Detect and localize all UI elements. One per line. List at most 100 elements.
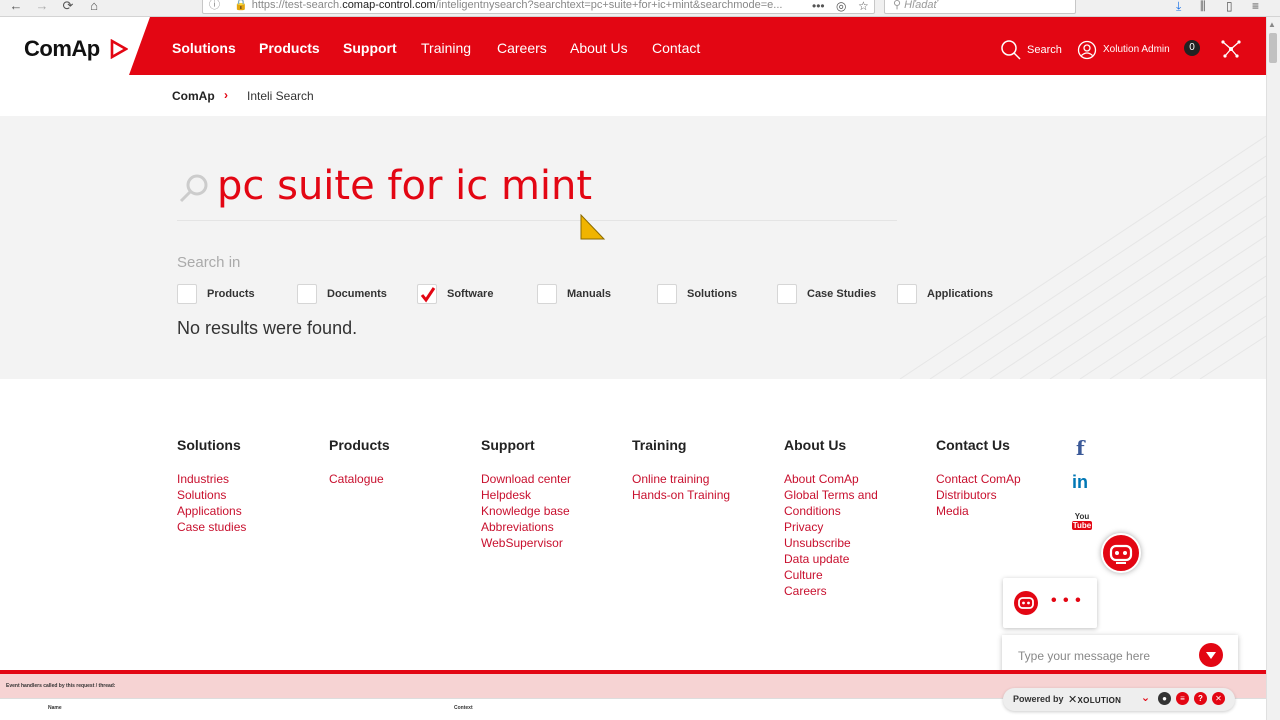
filter-label: Case Studies (807, 288, 877, 300)
search-icon[interactable] (1000, 39, 1022, 61)
footer-link[interactable]: Download center (481, 471, 571, 487)
footer-link[interactable]: Helpdesk (481, 487, 571, 503)
powered-by-label: Powered by (1013, 694, 1064, 704)
home-icon[interactable]: ⌂ (86, 0, 102, 14)
footer-link[interactable]: Careers (784, 583, 878, 599)
checkbox[interactable] (417, 284, 437, 304)
browser-search-icon: ⚲ (893, 0, 905, 11)
footer-link[interactable]: Distributors (936, 487, 1021, 503)
url-path: /inteligentnysearch?searchtext=pc+suite+… (435, 0, 783, 11)
checkbox[interactable] (897, 284, 917, 304)
nav-solutions[interactable]: Solutions (172, 40, 236, 56)
breadcrumb-separator-icon: › (224, 88, 228, 102)
checkbox[interactable] (777, 284, 797, 304)
footer-link[interactable]: Industries (177, 471, 246, 487)
footer-column-training: Training Online training Hands-on Traini… (632, 437, 730, 503)
footer-link[interactable]: Global Terms and (784, 487, 878, 503)
browser-search-placeholder: Hľadať (904, 0, 938, 11)
footer-link[interactable]: Culture (784, 567, 878, 583)
checkbox[interactable] (177, 284, 197, 304)
breadcrumb-current: Inteli Search (247, 89, 314, 103)
checkbox[interactable] (537, 284, 557, 304)
back-arrow-icon[interactable]: ← (8, 0, 24, 14)
nav-training[interactable]: Training (421, 40, 471, 56)
agent-icon[interactable]: ● (1158, 692, 1171, 705)
pocket-icon[interactable]: ◎ (836, 0, 846, 12)
nav-about-us[interactable]: About Us (570, 40, 628, 56)
footer-link[interactable]: About ComAp (784, 471, 878, 487)
page-scrollbar[interactable] (1266, 17, 1280, 720)
footer-link[interactable]: Data update (784, 551, 878, 567)
youtube-top: You (1074, 512, 1090, 521)
typing-dots: • • • (1051, 592, 1082, 609)
reload-icon[interactable]: ⟳ (60, 0, 76, 14)
sidebar-icon[interactable]: ▯ (1226, 0, 1233, 12)
footer-link[interactable]: Hands-on Training (632, 487, 730, 503)
filter-label: Manuals (567, 288, 612, 300)
footer-link[interactable]: Privacy (784, 519, 878, 535)
url-host: comap-control.com (342, 0, 436, 11)
collapse-chevron-icon[interactable]: ⌄ (1139, 692, 1152, 705)
footer-link[interactable]: Applications (177, 503, 246, 519)
comap-logo[interactable]: ComAp (24, 36, 100, 62)
logo-play-icon (110, 39, 128, 59)
info-icon[interactable]: ⓘ (209, 0, 220, 11)
footer-link[interactable]: Solutions (177, 487, 246, 503)
xolution-logo[interactable]: ✕XOLUTION (1068, 693, 1121, 706)
footer-link[interactable]: WebSupervisor (481, 535, 571, 551)
footer-link[interactable]: Contact ComAp (936, 471, 1021, 487)
url-prefix: https://test-search. (251, 0, 343, 11)
scrollbar-thumb[interactable] (1269, 33, 1277, 63)
menu-icon[interactable]: ≡ (1252, 0, 1259, 12)
footer-heading: Solutions (177, 437, 241, 453)
xolution-brand: XOLUTION (1077, 696, 1122, 705)
footer-column-solutions: Solutions Industries Solutions Applicati… (177, 437, 246, 535)
nav-careers[interactable]: Careers (497, 40, 547, 56)
help-icon[interactable]: ? (1194, 692, 1207, 705)
nav-products[interactable]: Products (259, 40, 320, 56)
bookmark-star-icon[interactable]: ☆ (858, 0, 869, 12)
user-icon[interactable] (1077, 40, 1097, 60)
lock-icon: 🔒 (234, 0, 248, 11)
debug-heading: Event handlers called by this request / … (6, 683, 116, 689)
header-search-label[interactable]: Search (1027, 44, 1062, 56)
notification-badge[interactable]: 0 (1184, 40, 1200, 56)
page-actions-icon[interactable]: ••• (812, 0, 825, 12)
search-query-input[interactable]: pc suite for ic mint (217, 163, 592, 209)
footer-heading: Training (632, 437, 687, 453)
library-icon[interactable]: ⫼ (1200, 0, 1206, 12)
footer-link[interactable]: Case studies (177, 519, 246, 535)
chat-send-button[interactable] (1199, 643, 1223, 667)
search-magnifier-icon (179, 174, 208, 203)
nav-support[interactable]: Support (343, 40, 397, 56)
nav-contact[interactable]: Contact (652, 40, 700, 56)
network-icon[interactable] (1220, 38, 1242, 60)
breadcrumb-home[interactable]: ComAp (172, 89, 215, 103)
footer-column-about-us: About Us About ComAp Global Terms and Co… (784, 437, 878, 599)
youtube-bottom: Tube (1072, 521, 1092, 530)
footer-link[interactable]: Knowledge base (481, 503, 571, 519)
download-icon[interactable]: ⤓ (1176, 0, 1181, 12)
browser-search-box[interactable]: ⚲ Hľadať (884, 0, 1076, 14)
footer-link[interactable]: Media (936, 503, 1021, 519)
footer-link[interactable]: Abbreviations (481, 519, 571, 535)
footer-link[interactable]: Unsubscribe (784, 535, 878, 551)
checkbox[interactable] (297, 284, 317, 304)
transcript-icon[interactable]: ≡ (1176, 692, 1189, 705)
no-results-message: No results were found. (177, 318, 358, 338)
scroll-up-icon[interactable]: ▲ (1268, 20, 1276, 29)
linkedin-icon[interactable]: in (1072, 472, 1088, 493)
footer-column-products: Products Catalogue (329, 437, 390, 487)
footer-link[interactable]: Online training (632, 471, 730, 487)
chatbot-launcher[interactable] (1101, 533, 1141, 573)
forward-arrow-icon[interactable]: → (34, 0, 50, 14)
close-chat-icon[interactable]: ✕ (1212, 692, 1225, 705)
footer-link[interactable]: Catalogue (329, 471, 390, 487)
footer-link[interactable]: Conditions (784, 503, 878, 519)
user-name[interactable]: Xolution Admin (1103, 44, 1170, 55)
search-input-underline (177, 220, 897, 221)
facebook-icon[interactable]: f (1076, 436, 1085, 460)
checkbox[interactable] (657, 284, 677, 304)
address-bar[interactable]: ⓘ 🔒 https://test-search.comap-control.com/… (202, 0, 875, 14)
youtube-icon[interactable]: You Tube (1072, 512, 1092, 530)
